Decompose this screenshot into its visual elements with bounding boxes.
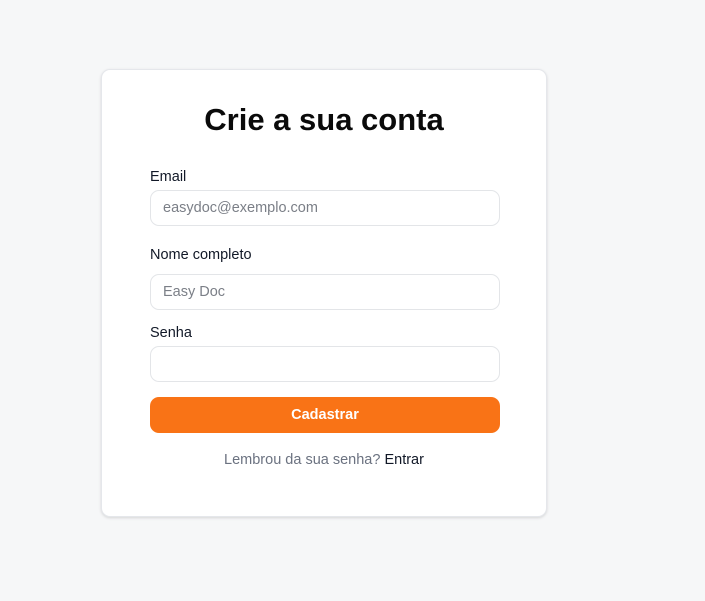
full-name-label: Nome completo (150, 247, 252, 263)
login-prompt-text: Lembrou da sua senha? (224, 452, 381, 468)
email-field[interactable] (150, 190, 500, 226)
password-label: Senha (150, 325, 192, 341)
page-title: Crie a sua conta (204, 102, 444, 137)
full-name-field[interactable] (150, 274, 500, 310)
login-link[interactable]: Entrar (384, 452, 424, 468)
login-prompt: Lembrou da sua senha? Entrar (102, 451, 546, 469)
signup-card: Crie a sua conta Email Nome completo Sen… (101, 69, 547, 517)
signup-button[interactable]: Cadastrar (150, 397, 500, 433)
password-field[interactable] (150, 346, 500, 382)
email-label: Email (150, 169, 187, 185)
